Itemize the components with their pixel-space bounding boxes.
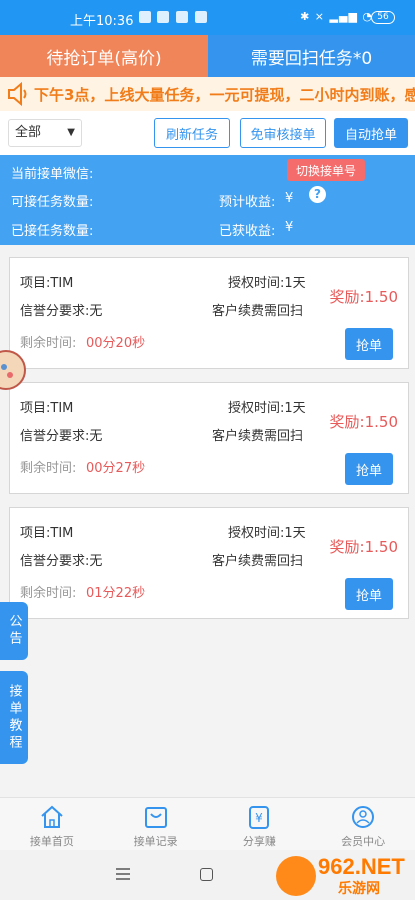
nav-item-share[interactable]: ¥ 分享赚 [208, 798, 312, 850]
task-reward: 奖励:1.50 [329, 413, 398, 431]
wechat-label: 当前接单微信: [11, 167, 94, 182]
task-countdown: 00分27秒 [86, 461, 146, 476]
announcement-text: 下午3点，上线大量任务，一元可提现，二小时内到账，感 [34, 85, 415, 104]
floating-mascot-icon[interactable] [0, 345, 26, 395]
task-card: 项目:TIM 授权时间:1天 信誉分要求:无 客户续费需回扫 奖励:1.50 剩… [9, 257, 409, 369]
status-bar: 上午10:36 ✱ ⨯ ▂▄▆ ◔ 56 [0, 0, 415, 35]
task-note: 客户续费需回扫 [212, 304, 304, 319]
watermark-logo: 962.NET 乐游网 [276, 854, 411, 897]
grab-order-button[interactable]: 抢单 [345, 453, 393, 485]
notification-icon [139, 11, 151, 23]
announcement-bar: 下午3点，上线大量任务，一元可提现，二小时内到账，感 [0, 77, 415, 111]
free-review-button[interactable]: 免审核接单 [240, 118, 326, 148]
notification-icon [195, 11, 207, 23]
filter-select[interactable]: 全部 ▼ [8, 119, 82, 147]
notification-icon [157, 11, 169, 23]
menu-icon[interactable] [116, 868, 130, 880]
task-project: 项目:TIM [20, 401, 74, 416]
task-note: 客户续费需回扫 [212, 554, 304, 569]
task-credit-requirement: 信誉分要求:无 [20, 304, 103, 319]
task-auth-time: 授权时间:1天 [228, 276, 306, 291]
tab-pending-orders[interactable]: 待抢订单(高价) [0, 35, 208, 77]
side-tab-label: 公告 [6, 614, 22, 648]
task-remain-label: 剩余时间: [20, 586, 77, 601]
expected-income-label: 预计收益: [219, 195, 276, 210]
earned-income-label: 已获收益: [219, 224, 276, 239]
nav-label: 分享赚 [242, 835, 276, 848]
task-credit-requirement: 信誉分要求:无 [20, 554, 103, 569]
task-auth-time: 授权时间:1天 [228, 401, 306, 416]
nav-item-member[interactable]: 会员中心 [311, 798, 415, 850]
watermark-logo-icon [276, 856, 316, 896]
svg-text:¥: ¥ [256, 811, 264, 825]
task-countdown: 01分22秒 [86, 586, 146, 601]
task-project: 项目:TIM [20, 526, 74, 541]
bottom-nav: 接单首页 接单记录 ¥ 分享赚 会员中心 [0, 797, 415, 850]
task-auth-time: 授权时间:1天 [228, 526, 306, 541]
side-tab-announcement[interactable]: 公告 [0, 602, 28, 660]
task-remain-label: 剩余时间: [20, 336, 77, 351]
task-card: 项目:TIM 授权时间:1天 信誉分要求:无 客户续费需回扫 奖励:1.50 剩… [9, 382, 409, 494]
tab-rescan-tasks[interactable]: 需要回扫任务*0 [208, 35, 415, 77]
grab-order-button[interactable]: 抢单 [345, 578, 393, 610]
toolbar: 全部 ▼ 刷新任务 免审核接单 自动抢单 [0, 111, 415, 155]
status-time: 上午10:36 [70, 14, 134, 29]
task-remain-label: 剩余时间: [20, 461, 77, 476]
filter-value: 全部 [15, 125, 42, 140]
user-icon [352, 806, 375, 828]
top-tabs: 待抢订单(高价) 需要回扫任务*0 [0, 35, 415, 77]
nav-item-home[interactable]: 接单首页 [0, 798, 104, 850]
home-button-icon[interactable] [200, 868, 213, 881]
task-reward: 奖励:1.50 [329, 288, 398, 306]
expected-income-value: ¥ [285, 191, 294, 206]
nav-item-records[interactable]: 接单记录 [104, 798, 208, 850]
accepted-count-label: 已接任务数量: [11, 224, 94, 239]
speaker-icon [8, 81, 27, 107]
task-card: 项目:TIM 授权时间:1天 信誉分要求:无 客户续费需回扫 奖励:1.50 剩… [9, 507, 409, 619]
signal-wifi-icons: ✱ ⨯ ▂▄▆ ◔ [300, 10, 373, 23]
nav-label: 会员中心 [341, 835, 386, 848]
side-tab-tutorial[interactable]: 接单教程 [0, 671, 28, 764]
grab-order-button[interactable]: 抢单 [345, 328, 393, 360]
battery-icon: 56 [371, 11, 395, 24]
task-note: 客户续费需回扫 [212, 429, 304, 444]
nav-label: 接单首页 [29, 835, 74, 848]
refresh-tasks-button[interactable]: 刷新任务 [154, 118, 230, 148]
side-tab-label: 接单教程 [6, 683, 22, 752]
nav-label: 接单记录 [133, 835, 178, 848]
task-countdown: 00分20秒 [86, 336, 146, 351]
help-icon[interactable]: ? [309, 186, 326, 203]
bag-icon [144, 807, 167, 828]
caret-down-icon: ▼ [67, 127, 75, 138]
watermark-subtitle: 乐游网 [338, 881, 380, 897]
yen-icon: ¥ [249, 806, 270, 829]
notification-icon [176, 11, 188, 23]
watermark-brand: 962.NET [318, 854, 405, 879]
available-count-label: 可接任务数量: [11, 195, 94, 210]
switch-account-button[interactable]: 切换接单号 [287, 159, 365, 181]
auto-grab-button[interactable]: 自动抢单 [334, 118, 408, 148]
task-credit-requirement: 信誉分要求:无 [20, 429, 103, 444]
task-reward: 奖励:1.50 [329, 538, 398, 556]
earned-income-value: ¥ [285, 220, 294, 235]
task-project: 项目:TIM [20, 276, 74, 291]
home-icon [41, 805, 63, 828]
